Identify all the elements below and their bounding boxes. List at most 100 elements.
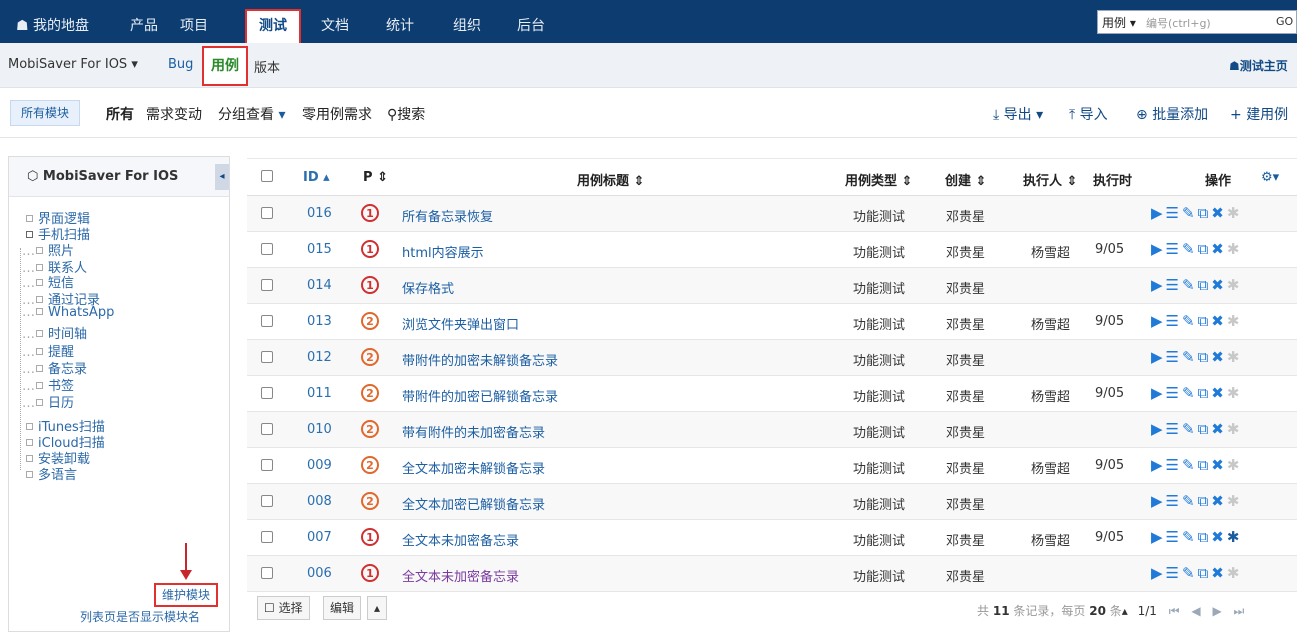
bug-icon[interactable]: ✱ <box>1227 384 1240 402</box>
nav-tab-org[interactable]: 组织 <box>441 9 493 43</box>
nav-tab-test[interactable]: 测试 <box>245 9 301 43</box>
case-id[interactable]: 006 <box>307 566 332 581</box>
table-row[interactable]: 014 1 保存格式 功能测试 邓贵星 ▶ ☰ ✎ ⧉ ✖ ✱ <box>247 268 1297 304</box>
bug-icon[interactable]: ✱ <box>1227 528 1240 546</box>
delete-icon[interactable]: ✖ <box>1211 348 1224 366</box>
nav-tab-product[interactable]: 产品 <box>118 9 170 43</box>
edit-icon[interactable]: ✎ <box>1182 492 1195 510</box>
edit-icon[interactable]: ✎ <box>1182 204 1195 222</box>
case-id[interactable]: 015 <box>307 242 332 257</box>
table-row[interactable]: 006 1 全文本未加密备忘录 功能测试 邓贵星 ▶ ☰ ✎ ⧉ ✖ ✱ <box>247 556 1297 592</box>
col-pri[interactable]: P ⇕ <box>363 170 388 185</box>
row-checkbox[interactable] <box>261 387 273 399</box>
col-type[interactable]: 用例类型 ⇕ <box>845 170 912 189</box>
bug-icon[interactable]: ✱ <box>1227 204 1240 222</box>
copy-icon[interactable]: ⧉ <box>1198 492 1209 510</box>
run-icon[interactable]: ▶ <box>1151 384 1163 402</box>
delete-icon[interactable]: ✖ <box>1211 420 1224 438</box>
results-icon[interactable]: ☰ <box>1166 204 1179 222</box>
edit-icon[interactable]: ✎ <box>1182 564 1195 582</box>
bug-icon[interactable]: ✱ <box>1227 312 1240 330</box>
tree-item-11[interactable]: … 日历 <box>22 392 74 411</box>
batch-edit-button[interactable]: 编辑 <box>323 596 362 620</box>
results-icon[interactable]: ☰ <box>1166 348 1179 366</box>
row-checkbox[interactable] <box>261 495 273 507</box>
run-icon[interactable]: ▶ <box>1151 492 1163 510</box>
first-page-icon[interactable]: ⏮ <box>1169 604 1180 618</box>
edit-icon[interactable]: ✎ <box>1182 420 1195 438</box>
copy-icon[interactable]: ⧉ <box>1198 564 1209 582</box>
edit-icon[interactable]: ✎ <box>1182 276 1195 294</box>
results-icon[interactable]: ☰ <box>1166 564 1179 582</box>
case-title[interactable]: 保存格式 <box>402 278 454 297</box>
filter-zero-case[interactable]: 零用例需求 <box>302 104 372 124</box>
collapse-sidebar-button[interactable]: ◂ <box>215 164 229 190</box>
col-exec-date[interactable]: 执行时 <box>1093 170 1139 189</box>
results-icon[interactable]: ☰ <box>1166 456 1179 474</box>
column-settings-icon[interactable]: ⚙▾ <box>1261 170 1279 185</box>
search-type-select[interactable]: 用例 ▾ <box>1102 14 1136 31</box>
col-title[interactable]: 用例标题 ⇕ <box>577 170 644 189</box>
filter-all[interactable]: 所有 <box>106 104 134 124</box>
case-id[interactable]: 008 <box>307 494 332 509</box>
tree-item-15[interactable]: 多语言 <box>26 464 77 483</box>
bug-icon[interactable]: ✱ <box>1227 276 1240 294</box>
row-checkbox[interactable] <box>261 243 273 255</box>
edit-icon[interactable]: ✎ <box>1182 240 1195 258</box>
row-checkbox[interactable] <box>261 207 273 219</box>
search-input[interactable]: 编号(ctrl+g) <box>1146 15 1211 31</box>
case-id[interactable]: 014 <box>307 278 332 293</box>
import-button[interactable]: ⤒ 导入 <box>1069 104 1108 124</box>
case-title[interactable]: 全文本加密未解锁备忘录 <box>402 458 545 477</box>
col-id[interactable]: ID ▴ <box>303 170 330 185</box>
maintain-module-link[interactable]: 维护模块 <box>154 583 218 607</box>
search-button[interactable]: ⚲搜索 <box>387 104 425 124</box>
batch-add-button[interactable]: ⊕ 批量添加 <box>1136 104 1208 124</box>
edit-icon[interactable]: ✎ <box>1182 312 1195 330</box>
results-icon[interactable]: ☰ <box>1166 492 1179 510</box>
run-icon[interactable]: ▶ <box>1151 312 1163 330</box>
case-id[interactable]: 013 <box>307 314 332 329</box>
table-row[interactable]: 008 2 全文本加密已解锁备忘录 功能测试 邓贵星 ▶ ☰ ✎ ⧉ ✖ ✱ <box>247 484 1297 520</box>
delete-icon[interactable]: ✖ <box>1211 456 1224 474</box>
filter-group[interactable]: 分组查看 ▾ <box>218 104 285 124</box>
results-icon[interactable]: ☰ <box>1166 312 1179 330</box>
select-all-checkbox[interactable] <box>261 170 273 182</box>
select-toggle-button[interactable]: ☐ 选择 <box>257 596 310 620</box>
table-row[interactable]: 010 2 带有附件的未加密备忘录 功能测试 邓贵星 ▶ ☰ ✎ ⧉ ✖ ✱ <box>247 412 1297 448</box>
copy-icon[interactable]: ⧉ <box>1198 204 1209 222</box>
row-checkbox[interactable] <box>261 459 273 471</box>
delete-icon[interactable]: ✖ <box>1211 384 1224 402</box>
show-module-name-link[interactable]: 列表页是否显示模块名 <box>80 608 200 625</box>
case-title[interactable]: 带附件的加密未解锁备忘录 <box>402 350 558 369</box>
case-title[interactable]: 带附件的加密已解锁备忘录 <box>402 386 558 405</box>
copy-icon[interactable]: ⧉ <box>1198 240 1209 258</box>
test-home-link[interactable]: ☗测试主页 <box>1229 57 1288 74</box>
results-icon[interactable]: ☰ <box>1166 384 1179 402</box>
run-icon[interactable]: ▶ <box>1151 204 1163 222</box>
row-checkbox[interactable] <box>261 423 273 435</box>
table-row[interactable]: 015 1 html内容展示 功能测试 邓贵星 杨雪超 9/05 ▶ ☰ ✎ ⧉ ✖ ✱ <box>247 232 1297 268</box>
export-button[interactable]: ⤓ 导出 ▾ <box>993 104 1043 124</box>
delete-icon[interactable]: ✖ <box>1211 492 1224 510</box>
nav-tab-stats[interactable]: 统计 <box>374 9 426 43</box>
more-actions-button[interactable]: ▴ <box>367 596 388 620</box>
row-checkbox[interactable] <box>261 315 273 327</box>
case-id[interactable]: 007 <box>307 530 332 545</box>
table-row[interactable]: 007 1 全文本未加密备忘录 功能测试 邓贵星 杨雪超 9/05 ▶ ☰ ✎ ⧉ ✖ ✱ <box>247 520 1297 556</box>
run-icon[interactable]: ▶ <box>1151 348 1163 366</box>
delete-icon[interactable]: ✖ <box>1211 564 1224 582</box>
copy-icon[interactable]: ⧉ <box>1198 384 1209 402</box>
results-icon[interactable]: ☰ <box>1166 420 1179 438</box>
case-id[interactable]: 010 <box>307 422 332 437</box>
table-row[interactable]: 011 2 带附件的加密已解锁备忘录 功能测试 邓贵星 杨雪超 9/05 ▶ ☰ ✎ ⧉ ✖ ✱ <box>247 376 1297 412</box>
bug-icon[interactable]: ✱ <box>1227 348 1240 366</box>
copy-icon[interactable]: ⧉ <box>1198 348 1209 366</box>
nav-tab-admin[interactable]: 后台 <box>505 9 557 43</box>
case-title[interactable]: 带有附件的未加密备忘录 <box>402 422 545 441</box>
case-id[interactable]: 016 <box>307 206 332 221</box>
case-title[interactable]: 全文本未加密备忘录 <box>402 566 519 585</box>
edit-icon[interactable]: ✎ <box>1182 456 1195 474</box>
nav-tab-doc[interactable]: 文档 <box>309 9 361 43</box>
run-icon[interactable]: ▶ <box>1151 456 1163 474</box>
